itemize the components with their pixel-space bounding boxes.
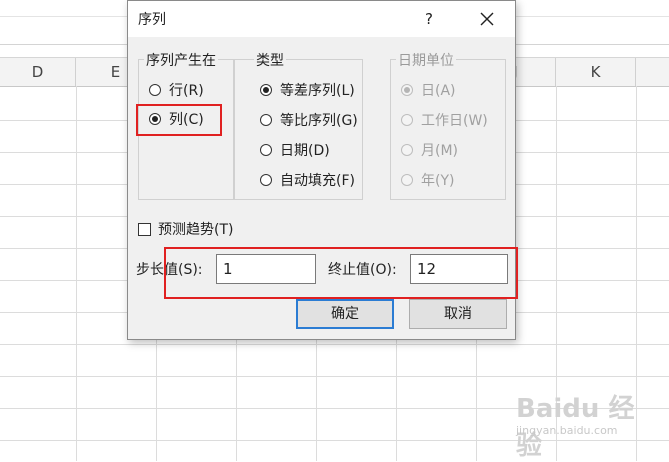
close-icon: [480, 12, 494, 26]
radio-date-label: 日期(D): [280, 143, 330, 159]
radio-autofill-label: 自动填充(F): [280, 173, 355, 189]
column-header-l[interactable]: [636, 58, 669, 86]
radio-day-label: 日(A): [421, 83, 456, 99]
radio-year-label: 年(Y): [421, 173, 455, 189]
step-value-input[interactable]: [216, 254, 316, 284]
column-header-k[interactable]: K: [556, 58, 636, 86]
radio-linear-label: 等差序列(L): [280, 83, 355, 99]
stop-value-input[interactable]: [410, 254, 508, 284]
close-button[interactable]: [472, 5, 502, 33]
radio-year-indicator: [401, 174, 413, 186]
radio-day-indicator: [401, 84, 413, 96]
ok-button[interactable]: 确定: [296, 299, 394, 329]
radio-autofill-indicator: [260, 174, 272, 186]
radio-rows-label: 行(R): [169, 83, 204, 99]
dialog-title: 序列: [138, 12, 166, 28]
stop-value-label: 终止值(O):: [328, 262, 397, 278]
radio-date-indicator: [260, 144, 272, 156]
radio-linear-indicator: [260, 84, 272, 96]
series-dialog: 序列 ? 序列产生在 行(R) 列(C) 类型 等差序列(L) 等比序列(G) …: [127, 0, 518, 340]
radio-columns-label: 列(C): [169, 112, 204, 128]
baidu-watermark: Baidu 经验 jingyan.baidu.com: [508, 384, 658, 461]
column-header-d[interactable]: D: [0, 58, 76, 86]
radio-growth-label: 等比序列(G): [280, 113, 358, 129]
watermark-subtext: jingyan.baidu.com: [516, 424, 618, 437]
dialog-titlebar[interactable]: 序列 ?: [128, 1, 515, 37]
trend-checkbox-box: [138, 223, 151, 236]
radio-rows-indicator: [149, 84, 161, 96]
trend-checkbox-label: 预测趋势(T): [158, 222, 234, 238]
date-unit-group-title: 日期单位: [396, 50, 456, 70]
help-button[interactable]: ?: [418, 6, 440, 32]
type-group-title: 类型: [254, 50, 286, 70]
series-in-group-title: 序列产生在: [144, 50, 218, 70]
radio-weekday-indicator: [401, 114, 413, 126]
radio-columns-indicator: [149, 113, 161, 125]
cancel-button[interactable]: 取消: [409, 299, 507, 329]
radio-month-indicator: [401, 144, 413, 156]
step-value-label: 步长值(S):: [136, 262, 203, 278]
radio-growth-indicator: [260, 114, 272, 126]
radio-month-label: 月(M): [421, 143, 459, 159]
radio-weekday-label: 工作日(W): [421, 113, 488, 129]
